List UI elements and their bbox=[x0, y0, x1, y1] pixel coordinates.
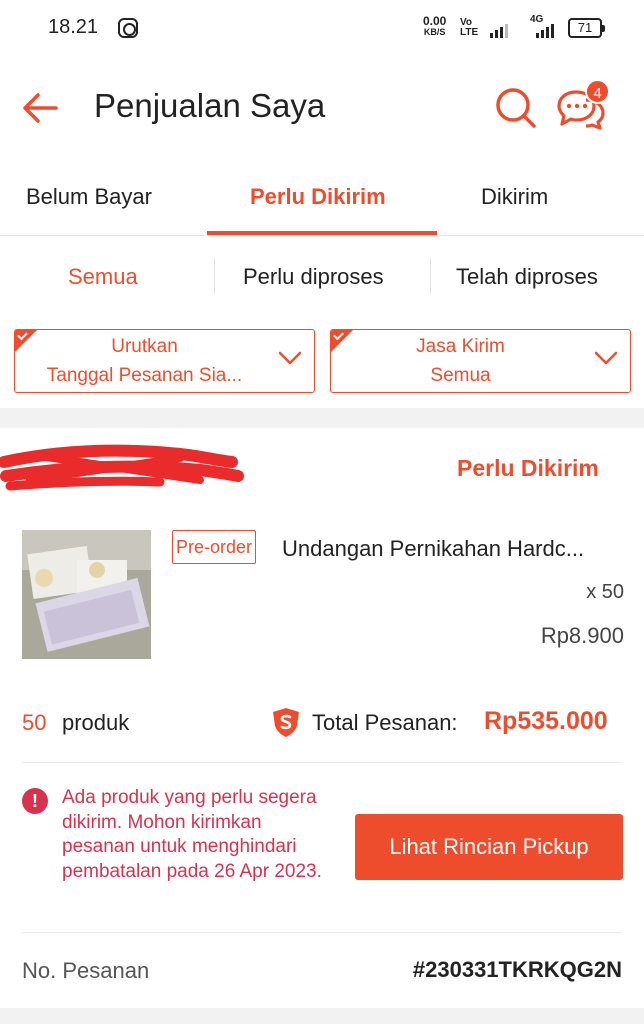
order-number[interactable]: #230331TKRKQG2N bbox=[413, 957, 622, 983]
status-time: 18.21 bbox=[48, 16, 99, 38]
tab-belum-bayar[interactable]: Belum Bayar bbox=[26, 184, 152, 210]
instagram-icon bbox=[118, 18, 138, 38]
volte-indicator: Vo LTE bbox=[460, 18, 478, 38]
divider bbox=[214, 258, 215, 294]
order-status: Perlu Dikirim bbox=[457, 455, 599, 481]
search-icon[interactable] bbox=[494, 86, 538, 130]
courier-filter-title: Jasa Kirim bbox=[416, 336, 505, 357]
page-title: Penjualan Saya bbox=[94, 87, 326, 124]
screen: 18.21 0.00 KB/S Vo LTE 4G 71 Penjualan S… bbox=[0, 0, 644, 1024]
product-price: Rp8.900 bbox=[540, 623, 624, 648]
volte-bottom: LTE bbox=[460, 27, 479, 38]
pickup-details-button[interactable]: Lihat Rincian Pickup bbox=[355, 814, 623, 880]
battery-level: 71 bbox=[577, 20, 593, 35]
product-name[interactable]: Undangan Pernikahan Hardc... bbox=[282, 536, 584, 562]
sort-filter-title: Urutkan bbox=[111, 336, 178, 357]
data-rate-value: 0.00 bbox=[423, 14, 447, 28]
alert-icon: ! bbox=[22, 788, 48, 814]
courier-filter-value: Semua bbox=[430, 365, 491, 386]
order-number-label: No. Pesanan bbox=[22, 958, 150, 983]
alert-message: Ada produk yang perlu segera dikirim. Mo… bbox=[62, 787, 322, 882]
chevron-down-icon bbox=[278, 351, 302, 365]
signal-icon-2 bbox=[536, 22, 554, 38]
redacted-shop-name bbox=[0, 444, 244, 491]
section-separator bbox=[0, 1008, 644, 1024]
data-rate-unit: KB/S bbox=[423, 27, 446, 37]
divider bbox=[0, 235, 644, 236]
data-rate: 0.00 KB/S bbox=[423, 14, 447, 38]
back-arrow-icon[interactable] bbox=[20, 88, 60, 128]
preorder-tag: Pre-order bbox=[172, 530, 257, 564]
tab-perlu-dikirim[interactable]: Perlu Dikirim bbox=[250, 184, 386, 210]
total-label: Total Pesanan: bbox=[312, 710, 458, 735]
total-value: Rp535.000 bbox=[484, 707, 608, 735]
sort-filter-value: Tanggal Pesanan Sia... bbox=[46, 365, 243, 386]
product-count: 50 bbox=[22, 710, 47, 735]
shield-icon bbox=[273, 708, 299, 737]
chevron-down-icon bbox=[594, 351, 618, 365]
product-image[interactable] bbox=[22, 530, 151, 659]
product-count-label: produk bbox=[62, 710, 130, 735]
sort-filter-dropdown[interactable]: Urutkan Tanggal Pesanan Sia... bbox=[14, 329, 315, 393]
battery-icon: 71 bbox=[568, 18, 605, 38]
tab-dikirim[interactable]: Dikirim bbox=[481, 184, 548, 210]
signal-icon bbox=[490, 22, 508, 38]
product-quantity: x 50 bbox=[586, 581, 624, 603]
courier-filter-dropdown[interactable]: Jasa Kirim Semua bbox=[330, 329, 631, 393]
divider bbox=[22, 932, 622, 933]
section-separator bbox=[0, 408, 644, 428]
notification-badge: 4 bbox=[585, 79, 610, 104]
divider bbox=[22, 762, 622, 763]
subtab-semua[interactable]: Semua bbox=[68, 264, 138, 290]
divider bbox=[430, 258, 431, 294]
subtab-perlu-diproses[interactable]: Perlu diproses bbox=[243, 264, 384, 290]
subtab-telah-diproses[interactable]: Telah diproses bbox=[456, 264, 598, 290]
